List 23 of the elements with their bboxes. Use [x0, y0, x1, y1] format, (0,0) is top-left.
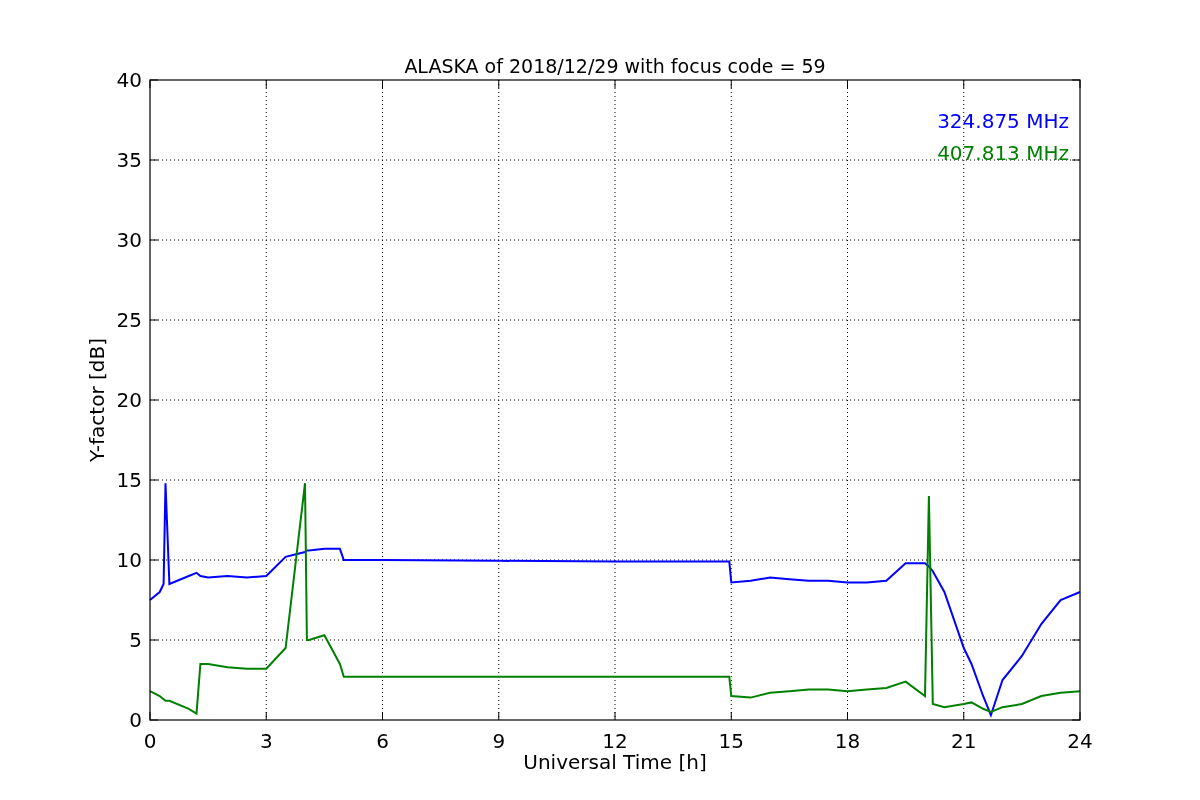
y-tick-label: 25 [116, 308, 142, 332]
y-tick-label: 35 [116, 148, 142, 172]
legend-label: 407.813 MHz [937, 141, 1069, 165]
x-tick-label: 0 [143, 729, 157, 753]
y-tick-label: 15 [116, 468, 142, 492]
chart-title: ALASKA of 2018/12/29 with focus code = 59 [404, 55, 826, 77]
y-tick-label: 5 [129, 628, 142, 652]
x-axis-label: Universal Time [h] [523, 750, 707, 774]
x-tick-label: 18 [834, 729, 861, 753]
legend-label: 324.875 MHz [937, 109, 1069, 133]
y-tick-label: 0 [129, 708, 142, 732]
y-tick-label: 40 [116, 68, 142, 92]
x-tick-label: 3 [259, 729, 273, 753]
y-tick-label: 20 [116, 388, 142, 412]
x-tick-label: 9 [492, 729, 506, 753]
x-tick-label: 21 [951, 729, 977, 753]
y-axis-label: Y-factor [dB] [85, 338, 109, 462]
y-tick-label: 10 [116, 548, 142, 572]
y-tick-label: 30 [116, 228, 142, 252]
x-tick-label: 12 [602, 729, 628, 753]
x-tick-label: 6 [376, 729, 389, 753]
x-tick-label: 24 [1067, 729, 1093, 753]
x-tick-label: 15 [718, 729, 744, 753]
